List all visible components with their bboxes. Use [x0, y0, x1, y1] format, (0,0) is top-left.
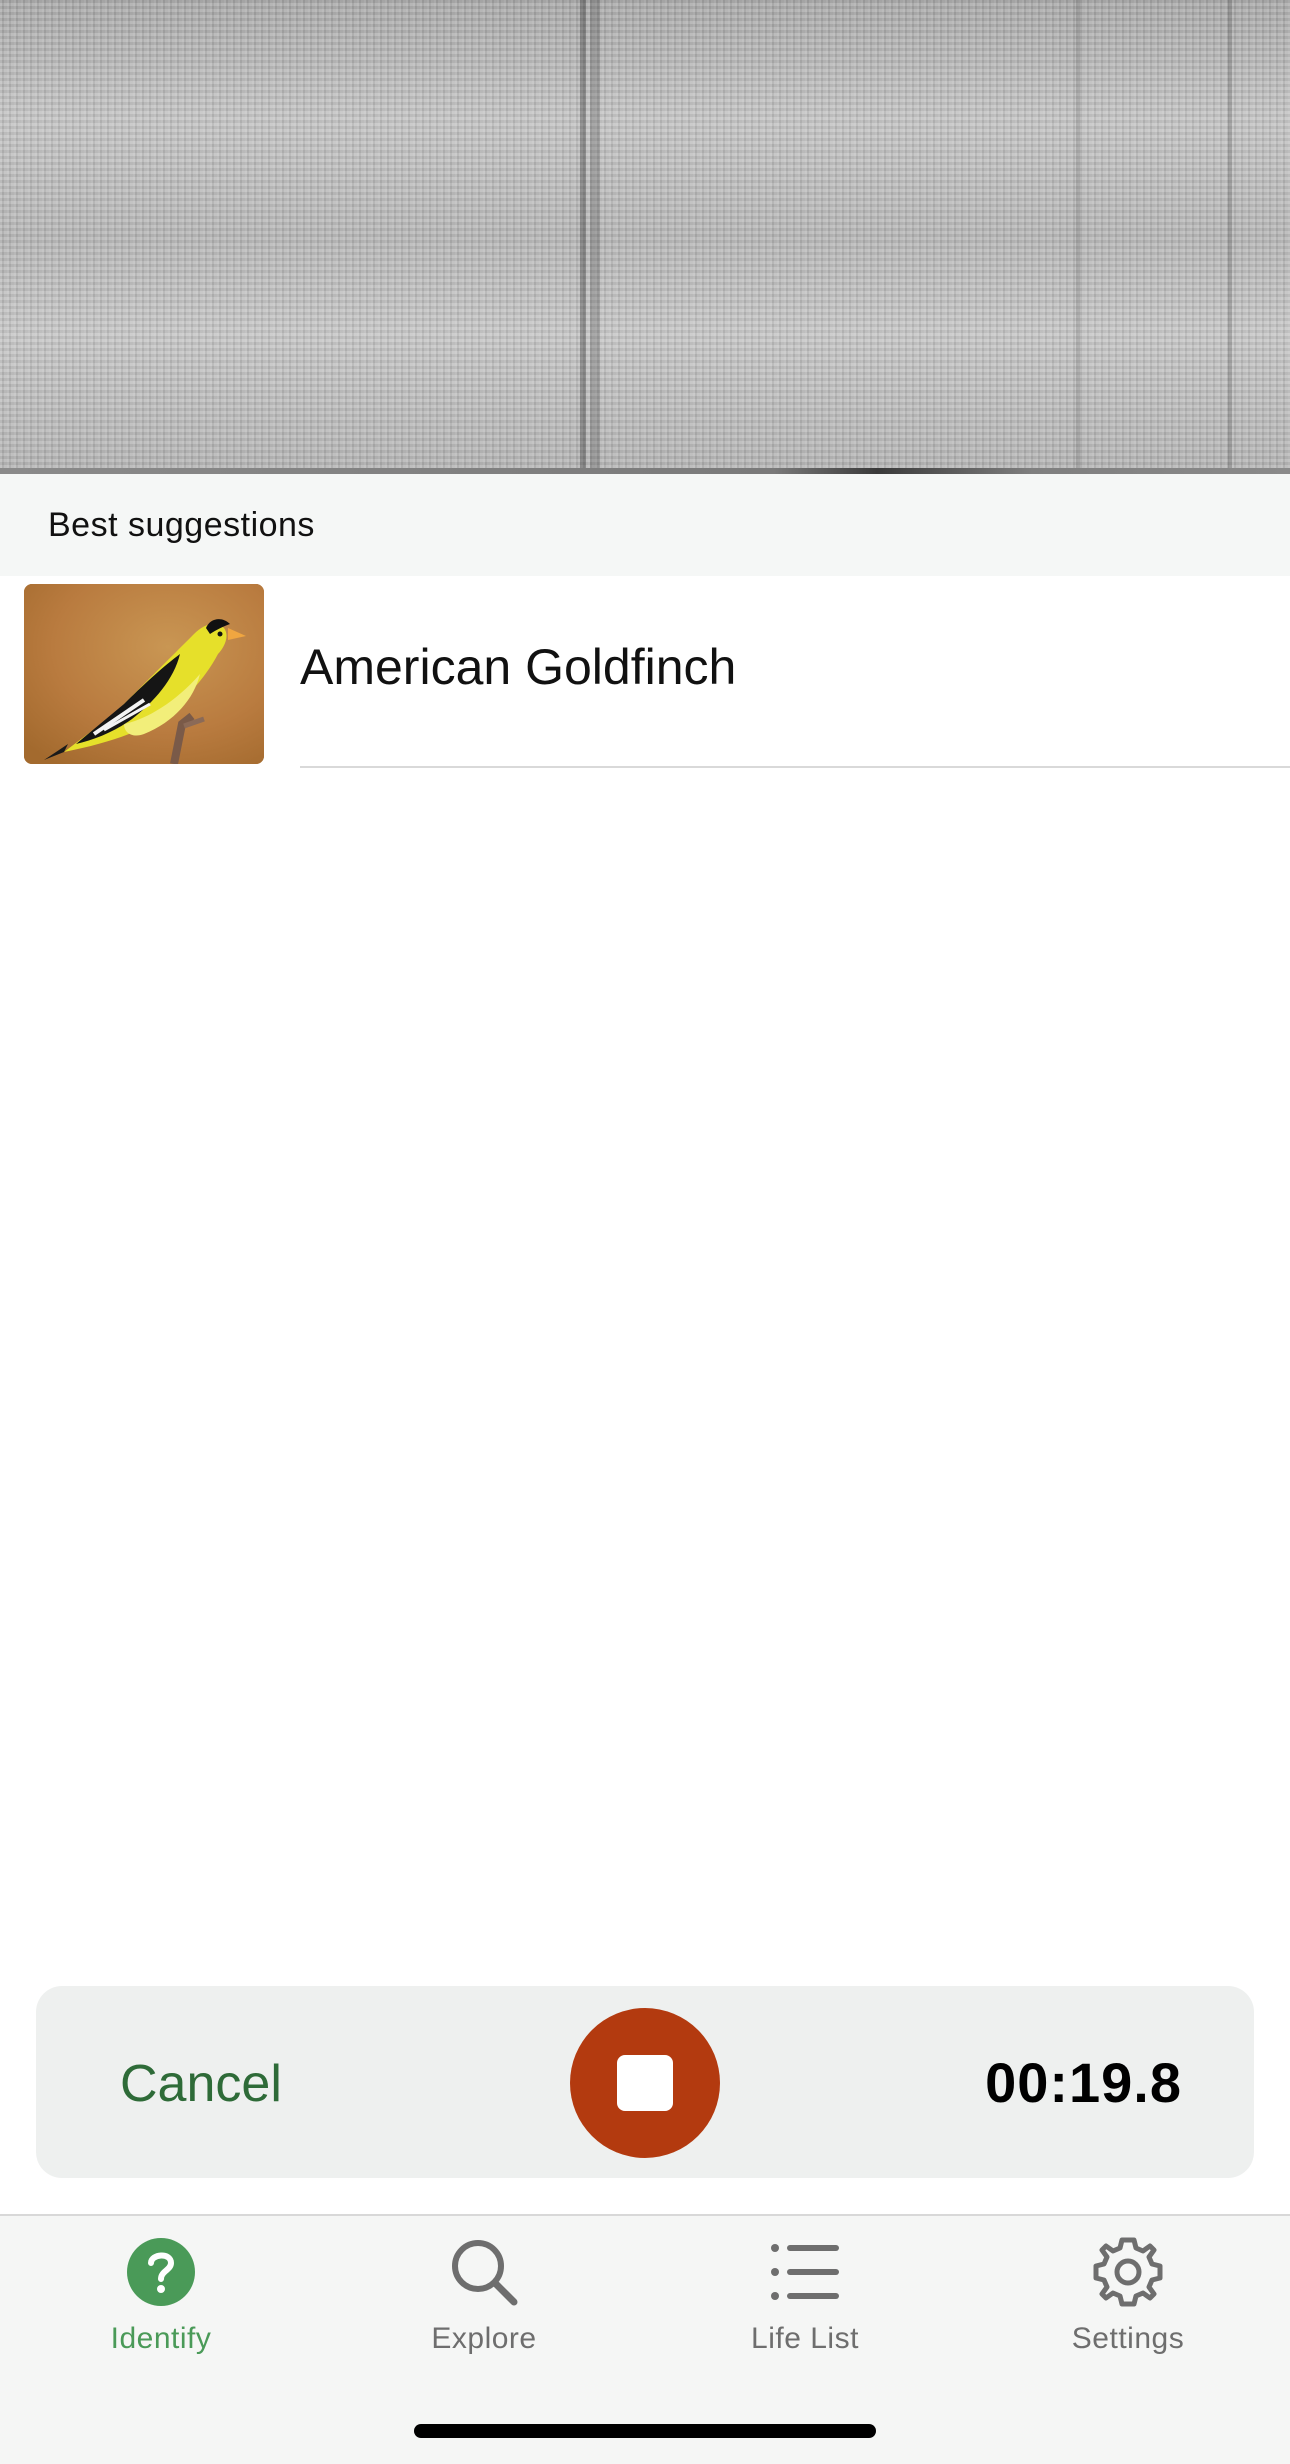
gear-icon	[1093, 2237, 1163, 2307]
search-icon	[452, 2240, 518, 2306]
spectrogram-band	[590, 0, 600, 474]
suggestion-item[interactable]: American Goldfinch	[0, 576, 1290, 768]
tab-label: Life List	[751, 2322, 859, 2355]
tab-identify[interactable]: Identify	[41, 2234, 281, 2384]
home-indicator[interactable]	[414, 2424, 876, 2438]
recording-timer: 00:19.8	[985, 2051, 1182, 2114]
tab-label: Explore	[431, 2322, 537, 2355]
tab-label: Settings	[1071, 2322, 1185, 2355]
species-name: American Goldfinch	[300, 639, 737, 695]
recording-panel: Cancel 00:19.8	[36, 1986, 1254, 2178]
stop-recording-button[interactable]	[570, 2008, 720, 2158]
spectrogram-band	[1228, 0, 1232, 474]
tab-life-list[interactable]: Life List	[685, 2234, 925, 2384]
row-divider	[300, 766, 1290, 768]
bird-thumbnail	[24, 584, 264, 764]
tab-settings[interactable]: Settings	[1008, 2234, 1248, 2384]
app-root: Best suggestions American Goldfinch Canc…	[0, 0, 1290, 2464]
american-goldfinch-image	[24, 584, 264, 764]
section-title: Best suggestions	[48, 506, 315, 544]
spectrogram	[0, 0, 1290, 474]
question-circle-icon	[127, 2238, 195, 2306]
suggestions-header: Best suggestions	[0, 474, 1290, 576]
tab-label: Identify	[110, 2322, 212, 2355]
spectrogram-band	[580, 0, 586, 474]
tab-explore[interactable]: Explore	[364, 2234, 604, 2384]
list-icon	[771, 2244, 839, 2300]
cancel-button[interactable]: Cancel	[120, 2054, 282, 2114]
spectrogram-band	[1076, 0, 1080, 474]
stop-icon	[617, 2055, 673, 2111]
